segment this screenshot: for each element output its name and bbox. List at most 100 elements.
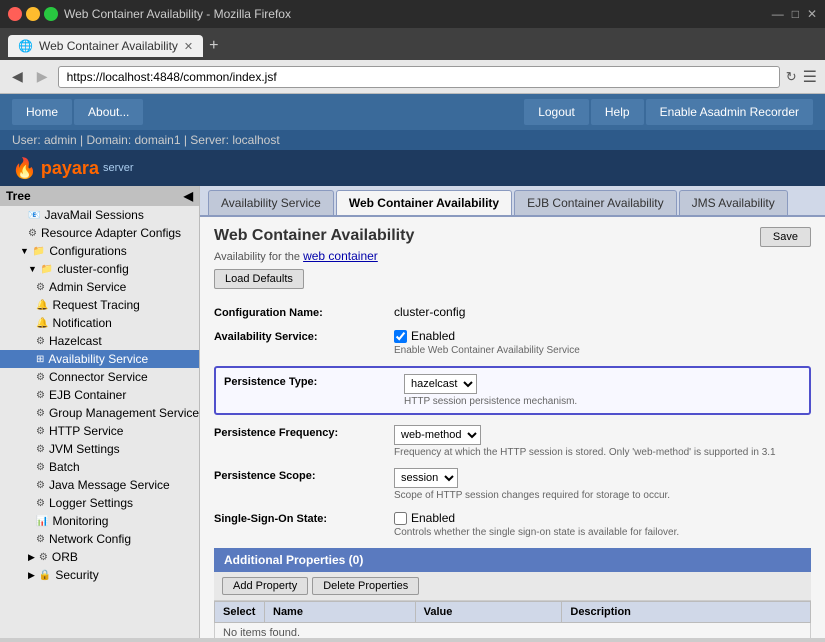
addressbar: ◀ ▶ ↻ ☰ xyxy=(0,60,825,94)
persistence-type-row: Persistence Type: hazelcast HTTP session… xyxy=(224,374,801,407)
back-button[interactable]: ◀ xyxy=(8,66,27,87)
content-body: Web Container Availability Availability … xyxy=(200,217,825,638)
save-button-top[interactable]: Save xyxy=(760,227,811,247)
persistence-type-select[interactable]: hazelcast xyxy=(404,374,477,394)
browser-menu-button[interactable]: ☰ xyxy=(803,67,817,87)
sso-enabled-checkbox[interactable] xyxy=(394,512,407,525)
sidebar-item-group-management[interactable]: ⚙ Group Management Service xyxy=(0,404,199,422)
sidebar-item-jms[interactable]: ⚙ Java Message Service xyxy=(0,476,199,494)
sso-enabled-text: Enabled xyxy=(411,511,455,525)
availability-service-label: Availability Service: xyxy=(214,329,394,343)
sidebar-item-batch[interactable]: ⚙ Batch xyxy=(0,458,199,476)
home-button[interactable]: Home xyxy=(12,99,72,125)
sidebar-item-label: cluster-config xyxy=(57,262,128,276)
sidebar-item-admin-service[interactable]: ⚙ Admin Service xyxy=(0,278,199,296)
new-tab-button[interactable]: + xyxy=(203,35,224,57)
sidebar-item-http-service[interactable]: ⚙ HTTP Service xyxy=(0,422,199,440)
logo-subtitle: server xyxy=(103,162,134,174)
close-button[interactable] xyxy=(8,7,22,21)
persistence-scope-hint: Scope of HTTP session changes required f… xyxy=(394,490,811,501)
logger-icon: ⚙ xyxy=(36,498,45,509)
sidebar-item-resource-adapter[interactable]: ⚙ Resource Adapter Configs xyxy=(0,224,199,242)
sso-enabled-label[interactable]: Enabled xyxy=(394,511,811,525)
notification-icon: 🔔 xyxy=(36,318,48,329)
sso-row: Single-Sign-On State: Enabled Controls w… xyxy=(214,511,811,538)
load-defaults-button[interactable]: Load Defaults xyxy=(214,269,304,289)
tab-close-button[interactable]: ✕ xyxy=(184,40,193,53)
content-tabs: Availability Service Web Container Avail… xyxy=(200,186,825,217)
th-select: Select xyxy=(215,602,265,623)
sidebar-item-label: Admin Service xyxy=(49,280,126,294)
persistence-freq-value: web-method Frequency at which the HTTP s… xyxy=(394,425,811,458)
availability-enabled-text: Enabled xyxy=(411,329,455,343)
sidebar-item-logger[interactable]: ⚙ Logger Settings xyxy=(0,494,199,512)
sidebar-item-cluster-config[interactable]: ▼ 📁 cluster-config xyxy=(0,260,199,278)
monitoring-icon: 📊 xyxy=(36,516,48,527)
persistence-type-hint: HTTP session persistence mechanism. xyxy=(404,396,801,407)
sidebar-item-connector-service[interactable]: ⚙ Connector Service xyxy=(0,368,199,386)
enable-asadmin-recorder-button[interactable]: Enable Asadmin Recorder xyxy=(646,99,813,125)
tab-label: JMS Availability xyxy=(692,196,775,210)
sidebar: Tree ◀ 📧 JavaMail Sessions ⚙ Resource Ad… xyxy=(0,186,200,638)
sidebar-item-ejb-container[interactable]: ⚙ EJB Container xyxy=(0,386,199,404)
sidebar-item-hazelcast[interactable]: ⚙ Hazelcast xyxy=(0,332,199,350)
main-layout: Tree ◀ 📧 JavaMail Sessions ⚙ Resource Ad… xyxy=(0,186,825,638)
sidebar-item-orb[interactable]: ▶ ⚙ ORB xyxy=(0,548,199,566)
sidebar-item-label: Network Config xyxy=(49,532,131,546)
minimize-button[interactable] xyxy=(26,7,40,21)
th-description: Description xyxy=(562,602,811,623)
web-link[interactable]: web container xyxy=(303,249,378,263)
sidebar-item-notification[interactable]: 🔔 Notification xyxy=(0,314,199,332)
persistence-scope-select[interactable]: session xyxy=(394,468,458,488)
tab-jms-availability[interactable]: JMS Availability xyxy=(679,190,788,215)
sidebar-item-availability-service[interactable]: ⊞ Availability Service xyxy=(0,350,199,368)
page-title: Web Container Availability xyxy=(214,227,414,245)
maximize-button[interactable] xyxy=(44,7,58,21)
app-nav-right: Logout Help Enable Asadmin Recorder xyxy=(524,99,813,125)
expand-icon: ▼ xyxy=(28,264,37,274)
about-button[interactable]: About... xyxy=(74,99,143,125)
config-name-label: Configuration Name: xyxy=(214,305,394,319)
persistence-scope-label: Persistence Scope: xyxy=(214,468,394,482)
sidebar-item-javamail[interactable]: 📧 JavaMail Sessions xyxy=(0,206,199,224)
sidebar-item-label: ORB xyxy=(52,550,78,564)
sidebar-item-security[interactable]: ▶ 🔒 Security xyxy=(0,566,199,584)
sidebar-item-label: Java Message Service xyxy=(49,478,170,492)
add-property-button[interactable]: Add Property xyxy=(222,577,308,595)
availability-enabled-checkbox[interactable] xyxy=(394,330,407,343)
sidebar-item-label: JavaMail Sessions xyxy=(44,208,143,222)
refresh-button[interactable]: ↻ xyxy=(786,69,797,85)
window-controls[interactable] xyxy=(8,7,58,21)
tab-label: Availability Service xyxy=(221,196,321,210)
sidebar-item-jvm-settings[interactable]: ⚙ JVM Settings xyxy=(0,440,199,458)
expand-icon: ▼ xyxy=(20,246,29,256)
tab-availability-service[interactable]: Availability Service xyxy=(208,190,334,215)
sidebar-item-label: Notification xyxy=(52,316,111,330)
persistence-type-label: Persistence Type: xyxy=(224,374,404,388)
sso-value: Enabled Controls whether the single sign… xyxy=(394,511,811,538)
sidebar-item-configurations[interactable]: ▼ 📁 Configurations xyxy=(0,242,199,260)
batch-icon: ⚙ xyxy=(36,462,45,473)
persistence-freq-select[interactable]: web-method xyxy=(394,425,481,445)
address-input[interactable] xyxy=(58,66,780,88)
delete-properties-button[interactable]: Delete Properties xyxy=(312,577,419,595)
help-button[interactable]: Help xyxy=(591,99,644,125)
sidebar-collapse-icon[interactable]: ◀ xyxy=(184,189,193,203)
browser-tab-active[interactable]: 🌐 Web Container Availability ✕ xyxy=(8,35,203,57)
sidebar-item-request-tracing[interactable]: 🔔 Request Tracing xyxy=(0,296,199,314)
availability-enabled-label[interactable]: Enabled xyxy=(394,329,811,343)
sidebar-item-label: Availability Service xyxy=(48,352,148,366)
logout-button[interactable]: Logout xyxy=(524,99,589,125)
persistence-freq-hint: Frequency at which the HTTP session is s… xyxy=(394,447,811,458)
tab-ejb-container-availability[interactable]: EJB Container Availability xyxy=(514,190,677,215)
sidebar-item-monitoring[interactable]: 📊 Monitoring xyxy=(0,512,199,530)
sidebar-item-network-config[interactable]: ⚙ Network Config xyxy=(0,530,199,548)
table-header-row: Select Name Value Description xyxy=(215,602,811,623)
sidebar-item-label: Request Tracing xyxy=(52,298,139,312)
orb-icon: ⚙ xyxy=(39,552,48,563)
th-value: Value xyxy=(415,602,562,623)
forward-button[interactable]: ▶ xyxy=(33,66,52,87)
tab-web-container-availability[interactable]: Web Container Availability xyxy=(336,190,512,215)
sidebar-item-label: HTTP Service xyxy=(49,424,123,438)
sidebar-item-system-properties[interactable]: ⚙ System Properties xyxy=(0,584,199,586)
